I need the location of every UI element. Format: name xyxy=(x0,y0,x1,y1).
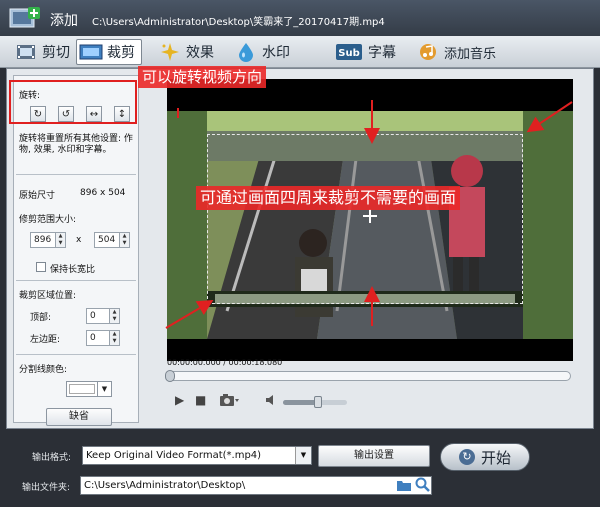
output-bar: 输出格式: Keep Original Video Format(*.mp4) … xyxy=(0,430,600,507)
tab-effect[interactable]: 效果 xyxy=(158,39,214,65)
left-margin-label: 左边距: xyxy=(30,335,61,345)
crop-position-label: 裁剪区域位置: xyxy=(19,291,77,301)
divider-color-picker[interactable]: ▼ xyxy=(66,381,112,397)
refresh-icon: ↻ xyxy=(458,449,475,465)
keep-ratio-label: 保持长宽比 xyxy=(50,265,96,275)
video-preview xyxy=(167,79,573,361)
left-margin-stepper[interactable]: 0 ▲ ▼ xyxy=(86,330,120,346)
start-button[interactable]: ↻ 开始 xyxy=(440,443,530,471)
output-format-select[interactable]: Keep Original Video Format(*.mp4) ▼ xyxy=(82,446,312,465)
crop-width-value: 896 xyxy=(34,235,52,245)
annotation-crop-tip: 可通过画面四周来裁剪不需要的画面 xyxy=(196,186,461,210)
tab-subtitle[interactable]: Sub 字幕 xyxy=(334,39,396,65)
tab-watermark[interactable]: 水印 xyxy=(234,39,290,65)
chevron-down-icon[interactable]: ▼ xyxy=(97,382,111,396)
output-format-label: 输出格式: xyxy=(32,453,72,463)
file-path: C:\Users\Administrator\Desktop\笑霸来了_2017… xyxy=(92,17,385,28)
color-swatch xyxy=(69,384,95,394)
start-button-label: 开始 xyxy=(480,448,511,467)
volume-level xyxy=(283,400,319,405)
tab-effect-label: 效果 xyxy=(186,45,214,61)
seek-thumb[interactable] xyxy=(165,370,175,382)
stepper-arrows-icon[interactable]: ▲ ▼ xyxy=(119,233,129,247)
tab-subtitle-label: 字幕 xyxy=(368,45,396,61)
volume-icon[interactable] xyxy=(265,393,279,410)
left-margin-value: 0 xyxy=(90,333,96,343)
divider xyxy=(16,174,136,175)
folder-icon[interactable] xyxy=(396,478,412,495)
chevron-down-icon[interactable]: ▼ xyxy=(295,447,311,464)
annotation-rotate-tip: 可以旋转视频方向 xyxy=(138,66,267,88)
stop-icon[interactable]: ■ xyxy=(195,393,206,407)
stepper-arrows-icon[interactable]: ▲ ▼ xyxy=(55,233,65,247)
video-frame xyxy=(167,111,573,339)
original-size-label: 原始尺寸 xyxy=(19,191,56,201)
tab-watermark-label: 水印 xyxy=(262,45,290,61)
default-button[interactable]: 缺省 xyxy=(46,408,112,426)
divider-color-label: 分割线颜色: xyxy=(19,365,68,375)
divider xyxy=(16,280,136,281)
tab-crop[interactable]: 裁剪 xyxy=(76,39,142,65)
tab-cut-label: 剪切 xyxy=(42,45,70,61)
add-music-button[interactable]: 添加音乐 xyxy=(416,39,496,65)
sparkle-icon xyxy=(158,42,182,62)
crop-height-value: 504 xyxy=(98,235,116,245)
subtitle-icon: Sub xyxy=(334,42,364,62)
playback-time: 00:00:00.000 / 00:00:18.080 xyxy=(167,358,283,367)
volume-thumb[interactable] xyxy=(313,396,322,408)
toolbar: 剪切 裁剪 效果 水印 Sub 字幕 添加音乐 xyxy=(0,36,600,68)
top-label: 顶部: xyxy=(30,313,52,323)
add-music-label: 添加音乐 xyxy=(444,46,497,62)
top-value: 0 xyxy=(90,311,96,321)
crop-width-stepper[interactable]: 896 ▲ ▼ xyxy=(30,232,66,248)
svg-text:Sub: Sub xyxy=(338,48,359,59)
crop-settings-panel: 旋转: ↻ ↺ ↔ ↕ 旋转将重置所有其他设置: 作物, 效果, 水印和字幕。 … xyxy=(13,75,139,426)
tab-crop-label: 裁剪 xyxy=(107,45,135,61)
output-format-value: Keep Original Video Format(*.mp4) xyxy=(86,450,262,461)
water-drop-icon xyxy=(234,42,258,62)
stepper-arrows-icon[interactable]: ▲ ▼ xyxy=(109,331,119,345)
volume-slider[interactable] xyxy=(283,396,347,408)
search-icon[interactable] xyxy=(415,477,430,495)
output-folder-value: C:\Users\Administrator\Desktop\ xyxy=(84,480,246,491)
app-title[interactable]: 添加 xyxy=(50,10,78,30)
annotation-highlight-box xyxy=(9,80,137,124)
original-size-value: 896 x 504 xyxy=(80,188,126,198)
music-icon xyxy=(416,42,440,62)
add-file-icon[interactable] xyxy=(8,5,42,31)
film-icon xyxy=(14,42,38,62)
camera-icon[interactable] xyxy=(219,393,239,410)
rotate-note: 旋转将重置所有其他设置: 作物, 效果, 水印和字幕。 xyxy=(19,134,133,155)
crop-size-label: 修剪范围大小: xyxy=(19,215,77,225)
crop-height-stepper[interactable]: 504 ▲ ▼ xyxy=(94,232,130,248)
title-bar: 添加 C:\Users\Administrator\Desktop\笑霸来了_2… xyxy=(0,0,600,36)
stepper-arrows-icon[interactable]: ▲ ▼ xyxy=(109,309,119,323)
divider xyxy=(16,354,136,355)
crop-size-x: x xyxy=(76,235,82,245)
crop-rectangle[interactable] xyxy=(207,134,523,304)
crop-icon xyxy=(79,42,103,62)
output-settings-button[interactable]: 输出设置 xyxy=(318,445,430,467)
play-icon[interactable]: ▶ xyxy=(175,393,184,407)
tab-cut[interactable]: 剪切 xyxy=(14,39,70,65)
seek-bar[interactable] xyxy=(165,370,571,382)
keep-ratio-checkbox[interactable] xyxy=(36,262,46,272)
output-folder-label: 输出文件夹: xyxy=(22,483,71,493)
top-stepper[interactable]: 0 ▲ ▼ xyxy=(86,308,120,324)
output-folder-field[interactable]: C:\Users\Administrator\Desktop\ xyxy=(80,476,432,495)
